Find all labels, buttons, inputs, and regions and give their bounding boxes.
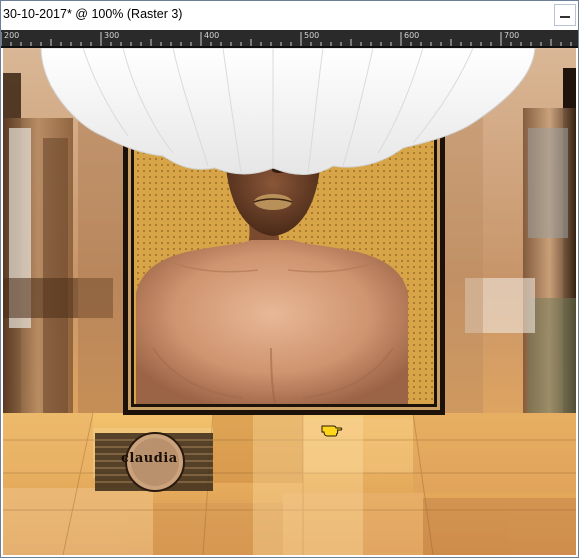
document-window: 30-10-2017* @ 100% (Raster 3) 200 300 40…: [0, 0, 579, 558]
ruler-label: 300: [104, 31, 120, 40]
signature-text: claudia: [121, 451, 178, 466]
ruler-label: 700: [504, 31, 520, 40]
ruler-label: 400: [204, 31, 220, 40]
window-title: 30-10-2017* @ 100% (Raster 3): [3, 7, 183, 21]
canvas-artwork: [3, 48, 576, 555]
ruler-label: 200: [4, 31, 20, 40]
ruler-label: 500: [304, 31, 320, 40]
minimize-button[interactable]: [554, 4, 576, 26]
ruler-label: 600: [404, 31, 420, 40]
pointing-hand-cursor-icon: [321, 420, 343, 438]
image-canvas[interactable]: claudia: [3, 48, 576, 555]
horizontal-ruler[interactable]: 200 300 400 500 600 700: [1, 30, 578, 48]
ruler-ticks: [1, 32, 578, 48]
minimize-icon: [554, 4, 576, 26]
window-title-bar[interactable]: 30-10-2017* @ 100% (Raster 3): [1, 1, 578, 30]
